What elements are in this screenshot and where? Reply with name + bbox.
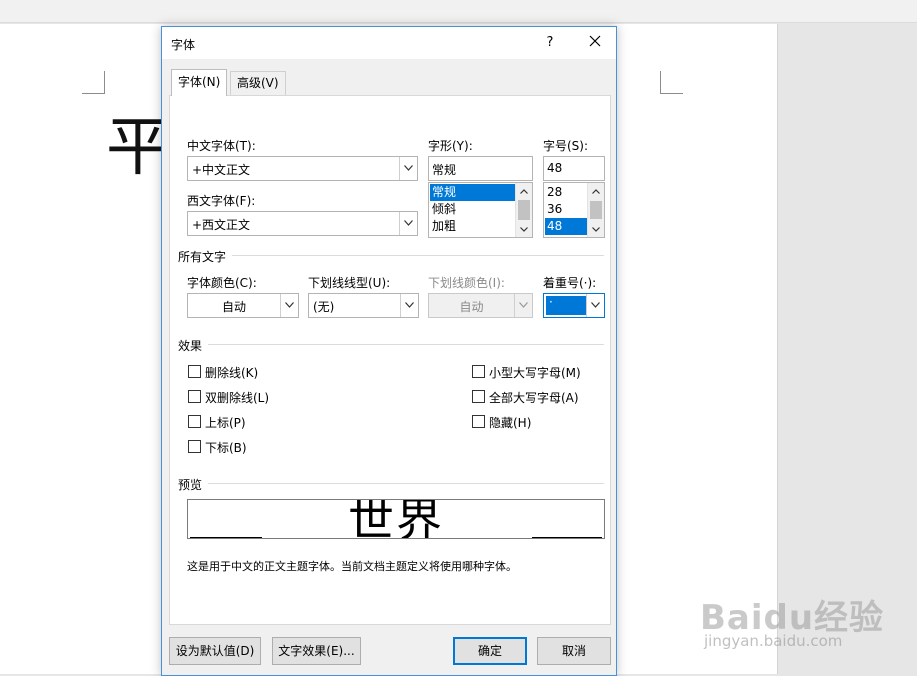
checkbox-label: 双删除线(L) — [205, 391, 270, 405]
checkbox-box[interactable] — [472, 365, 485, 378]
list-item[interactable]: 加粗 — [430, 218, 515, 235]
checkbox-box[interactable] — [472, 390, 485, 403]
font-size-scrollbar[interactable] — [587, 183, 604, 237]
font-color-label: 字体颜色(C): — [187, 276, 257, 290]
font-size-list[interactable]: 28 36 48 — [543, 182, 605, 238]
preview-section-label: 预览 — [178, 478, 203, 492]
underline-color-dropdown — [514, 294, 532, 317]
section-divider — [232, 255, 604, 256]
checkbox-box[interactable] — [188, 390, 201, 403]
font-style-scrollbar[interactable] — [515, 183, 532, 237]
emphasis-mark-combo[interactable]: · — [543, 293, 605, 318]
checkbox-label: 全部大写字母(A) — [489, 391, 579, 405]
chevron-down-icon — [591, 302, 600, 308]
emphasis-mark-label: 着重号(·): — [543, 276, 597, 290]
underline-style-combo[interactable]: (无) — [308, 293, 419, 318]
font-color-combo[interactable]: 自动 — [187, 293, 299, 318]
checkbox-label: 隐藏(H) — [489, 416, 532, 430]
list-item[interactable]: 倾斜 — [430, 201, 515, 218]
set-default-button[interactable]: 设为默认值(D) — [169, 637, 261, 665]
chevron-down-icon — [519, 302, 528, 308]
underline-style-label: 下划线线型(U): — [308, 276, 391, 290]
cancel-button[interactable]: 取消 — [537, 637, 611, 665]
font-size-label: 字号(S): — [543, 139, 589, 153]
font-color-value: 自动 — [221, 300, 246, 314]
underline-color-combo: 自动 — [428, 293, 533, 318]
list-item[interactable]: 28 — [545, 184, 587, 201]
help-button[interactable]: ? — [538, 33, 562, 53]
western-font-label: 西文字体(F): — [187, 194, 256, 208]
chevron-down-icon — [405, 302, 414, 308]
scroll-up-arrow[interactable] — [588, 183, 604, 199]
page-corner-mark-right — [660, 71, 683, 94]
chinese-font-label: 中文字体(T): — [187, 139, 256, 153]
close-button[interactable] — [580, 32, 610, 54]
scroll-thumb[interactable] — [590, 201, 602, 219]
dialog-title: 字体 — [171, 38, 196, 52]
page-corner-mark-left — [82, 71, 105, 94]
chinese-font-dropdown[interactable] — [399, 157, 417, 180]
effects-section-label: 效果 — [178, 339, 203, 353]
underline-style-dropdown[interactable] — [400, 294, 418, 317]
font-style-list[interactable]: 常规 倾斜 加粗 — [428, 182, 533, 238]
section-divider — [208, 483, 604, 484]
underline-color-value: 自动 — [459, 300, 484, 314]
underline-color-label: 下划线颜色(I): — [428, 276, 505, 290]
font-style-value: 常规 — [432, 163, 457, 177]
preview-sample-text: 世界 — [348, 499, 444, 539]
dialog-titlebar[interactable]: 字体 ? — [162, 27, 616, 59]
text-effects-button[interactable]: 文字效果(E)... — [272, 637, 361, 665]
preview-box: 世界 — [187, 499, 605, 539]
app-toolbar-strip — [0, 0, 917, 23]
section-divider — [208, 344, 604, 345]
ok-button[interactable]: 确定 — [453, 637, 527, 665]
chevron-up-icon — [592, 189, 600, 194]
preview-baseline-right — [532, 537, 602, 538]
list-item[interactable]: 48 — [545, 218, 587, 235]
close-icon — [589, 35, 601, 47]
font-style-label: 字形(Y): — [428, 139, 473, 153]
scroll-down-arrow[interactable] — [516, 221, 532, 237]
chinese-font-value: +中文正文 — [192, 163, 251, 177]
tab-advanced[interactable]: 高级(V) — [230, 71, 286, 95]
tab-font[interactable]: 字体(N) — [171, 69, 228, 96]
font-dialog: 字体 ? 字体(N) 高级(V) 中文字体(T): +中文正文 西文字体(F):… — [161, 26, 617, 676]
all-text-section-label: 所有文字 — [178, 250, 227, 264]
western-font-value: +西文正文 — [192, 218, 251, 232]
emphasis-mark-dropdown[interactable] — [586, 294, 604, 317]
chevron-down-icon — [592, 227, 600, 232]
chevron-up-icon — [520, 189, 528, 194]
scroll-up-arrow[interactable] — [516, 183, 532, 199]
scroll-down-arrow[interactable] — [588, 221, 604, 237]
tab-panel-font: 中文字体(T): +中文正文 西文字体(F): +西文正文 字形(Y): 常规 … — [169, 95, 611, 625]
font-color-dropdown[interactable] — [280, 294, 298, 317]
list-item[interactable]: 常规 — [430, 184, 515, 201]
checkbox-label: 上标(P) — [205, 416, 246, 430]
font-style-input[interactable]: 常规 — [428, 156, 533, 181]
chevron-down-icon — [285, 302, 294, 308]
checkbox-label: 小型大写字母(M) — [489, 366, 581, 380]
underline-style-value: (无) — [313, 300, 335, 314]
preview-description: 这是用于中文的正文主题字体。当前文档主题定义将使用哪种字体。 — [187, 560, 517, 573]
font-size-input[interactable]: 48 — [543, 156, 605, 181]
chevron-down-icon — [404, 220, 413, 226]
checkbox-box[interactable] — [472, 415, 485, 428]
checkbox-box[interactable] — [188, 440, 201, 453]
checkbox-label: 下标(B) — [205, 441, 247, 455]
list-item[interactable]: 36 — [545, 201, 587, 218]
western-font-dropdown[interactable] — [399, 212, 417, 235]
checkbox-box[interactable] — [188, 365, 201, 378]
watermark-url: jingyan.baidu.com — [704, 632, 843, 650]
chevron-down-icon — [520, 227, 528, 232]
font-size-value: 48 — [547, 161, 563, 175]
emphasis-mark-value: · — [549, 295, 553, 309]
checkbox-label: 删除线(K) — [205, 366, 259, 380]
chinese-font-combo[interactable]: +中文正文 — [187, 156, 418, 181]
scroll-thumb[interactable] — [518, 200, 530, 220]
chevron-down-icon — [404, 165, 413, 171]
checkbox-box[interactable] — [188, 415, 201, 428]
western-font-combo[interactable]: +西文正文 — [187, 211, 418, 236]
